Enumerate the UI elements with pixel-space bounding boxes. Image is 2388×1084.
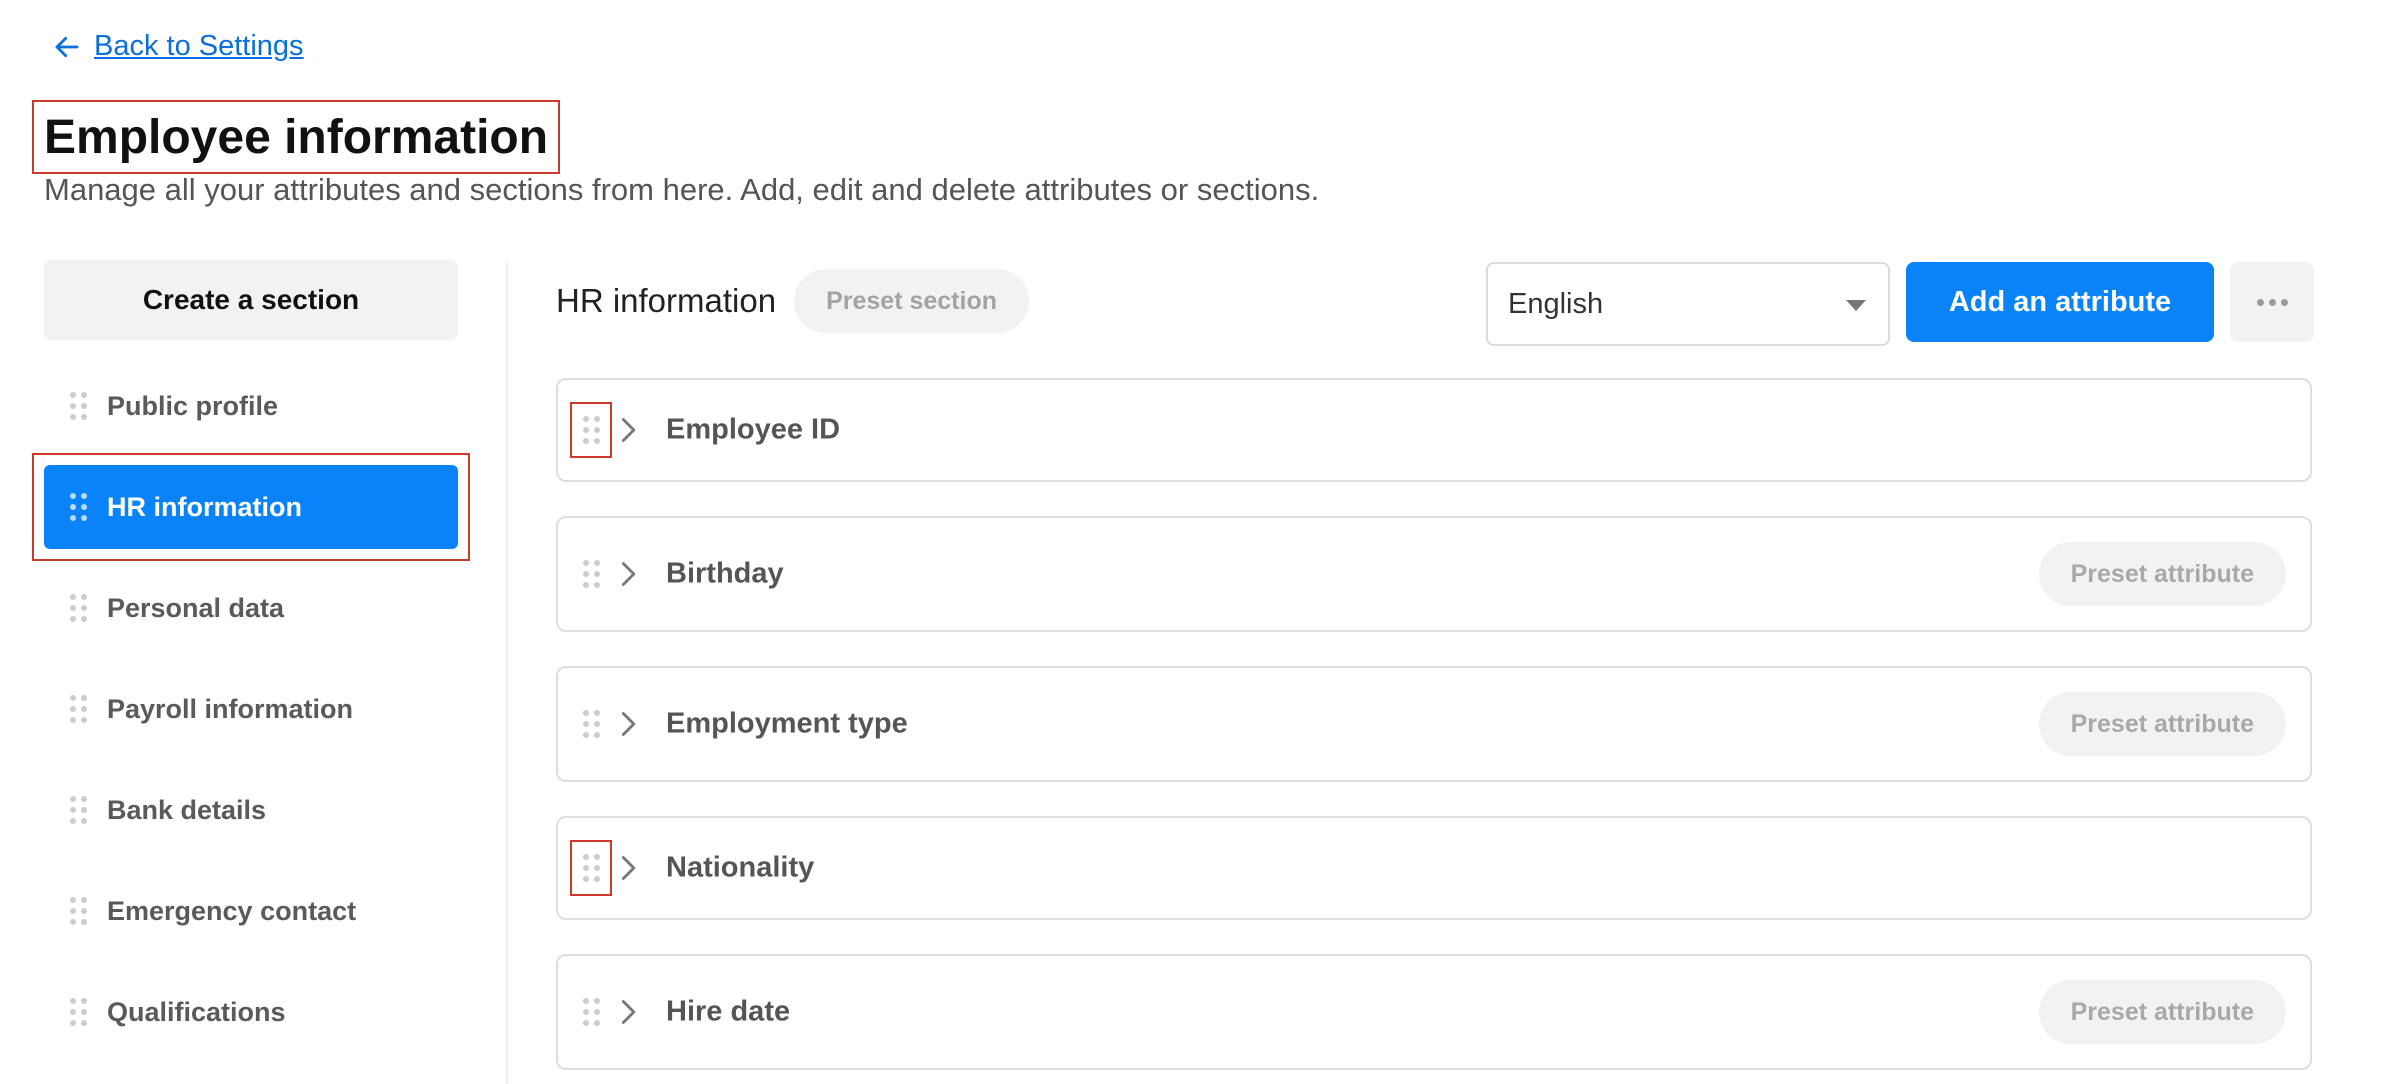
drag-handle[interactable]: [570, 402, 612, 458]
sidebar-divider: [506, 262, 508, 1084]
sidebar-item-bank-details[interactable]: Bank details: [44, 768, 458, 852]
page-title: Employee information: [44, 111, 549, 164]
preset-attribute-badge: Preset attribute: [2038, 692, 2286, 756]
page-subtitle: Manage all your attributes and sections …: [44, 172, 1320, 207]
page: Back to Settings Employee information Ma…: [0, 0, 2388, 1084]
sidebar-item-label: HR information: [107, 491, 302, 522]
attribute-name: Birthday: [666, 557, 784, 590]
attribute-row-employment-type[interactable]: Employment type Preset attribute: [556, 666, 2312, 782]
drag-handle-icon[interactable]: [70, 594, 87, 622]
chevron-right-icon[interactable]: [614, 854, 642, 882]
language-select[interactable]: English: [1486, 262, 1890, 346]
sidebar-item-label: Personal data: [107, 592, 285, 623]
back-to-settings-link[interactable]: Back to Settings: [52, 30, 304, 63]
sidebar-item-label: Bank details: [107, 794, 267, 825]
arrow-left-icon: [55, 36, 79, 57]
chevron-right-icon[interactable]: [614, 560, 642, 588]
drag-handle-icon[interactable]: [70, 493, 87, 521]
drag-handle-icon: [582, 854, 600, 882]
preset-attribute-badge: Preset attribute: [2038, 542, 2286, 606]
drag-handle[interactable]: [570, 546, 612, 602]
page-title-box: Employee information: [32, 100, 561, 174]
drag-handle-icon[interactable]: [70, 695, 87, 723]
attribute-row-birthday[interactable]: Birthday Preset attribute: [556, 516, 2312, 632]
sidebar-item-qualifications[interactable]: Qualifications: [44, 970, 458, 1054]
drag-handle-icon[interactable]: [70, 392, 87, 420]
sidebar-item-label: Payroll information: [107, 693, 354, 724]
section-header: HR information Preset section English Ad…: [556, 260, 2314, 346]
attribute-name: Employment type: [666, 707, 908, 740]
preset-attribute-badge: Preset attribute: [2038, 980, 2286, 1044]
attribute-name: Employee ID: [666, 413, 841, 446]
chevron-right-icon[interactable]: [614, 998, 642, 1026]
ellipsis-icon: [2256, 298, 2288, 306]
sidebar-item-label: Emergency contact: [107, 895, 357, 926]
section-panel: HR information Preset section English Ad…: [556, 260, 2314, 1070]
drag-handle-icon: [582, 560, 600, 588]
drag-handle[interactable]: [570, 696, 612, 752]
sidebar-item-label: Qualifications: [107, 996, 286, 1027]
attribute-name: Hire date: [666, 995, 791, 1028]
section-list: Public profile HR information Personal d…: [32, 364, 470, 1054]
drag-handle-icon[interactable]: [70, 998, 87, 1026]
create-section-button[interactable]: Create a section: [44, 260, 458, 340]
sidebar-item-public-profile[interactable]: Public profile: [44, 364, 458, 448]
caret-down-icon: [1846, 300, 1866, 311]
attribute-row-employee-id[interactable]: Employee ID: [556, 378, 2312, 482]
drag-handle-icon: [582, 416, 600, 444]
sidebar-item-hr-information[interactable]: HR information: [32, 453, 470, 561]
chevron-right-icon[interactable]: [614, 710, 642, 738]
sidebar-item-payroll-information[interactable]: Payroll information: [44, 667, 458, 751]
drag-handle-icon[interactable]: [70, 897, 87, 925]
sidebar-item-personal-data[interactable]: Personal data: [44, 566, 458, 650]
language-select-value: English: [1508, 287, 1604, 320]
drag-handle-icon: [582, 998, 600, 1026]
section-title: HR information: [556, 282, 777, 319]
preset-section-badge: Preset section: [794, 269, 1029, 333]
attribute-row-hire-date[interactable]: Hire date Preset attribute: [556, 954, 2312, 1070]
chevron-right-icon[interactable]: [614, 416, 642, 444]
sidebar-item-label: Public profile: [107, 390, 279, 421]
add-attribute-button[interactable]: Add an attribute: [1906, 262, 2214, 342]
attribute-row-nationality[interactable]: Nationality: [556, 816, 2312, 920]
back-link-label: Back to Settings: [94, 30, 304, 62]
more-options-button[interactable]: [2230, 262, 2314, 342]
sections-sidebar: Create a section Public profile HR infor…: [32, 260, 470, 1071]
sidebar-item-emergency-contact[interactable]: Emergency contact: [44, 869, 458, 953]
drag-handle[interactable]: [570, 840, 612, 896]
drag-handle-icon[interactable]: [70, 796, 87, 824]
attribute-name: Nationality: [666, 851, 815, 884]
drag-handle[interactable]: [570, 984, 612, 1040]
drag-handle-icon: [582, 710, 600, 738]
